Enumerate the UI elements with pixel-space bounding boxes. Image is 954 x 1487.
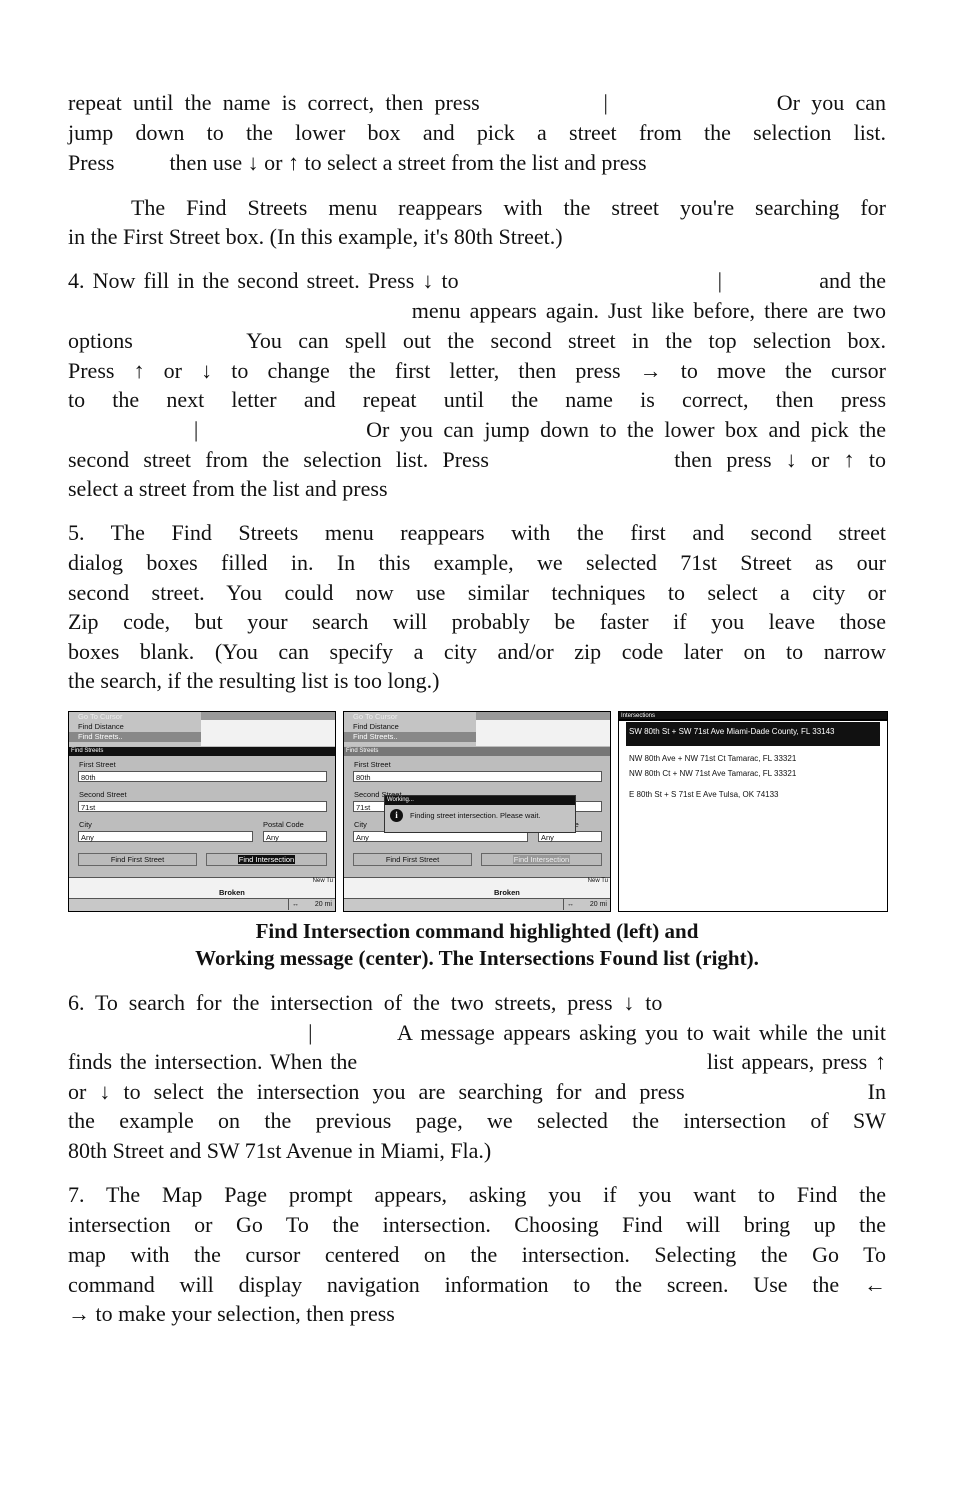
text-line: second street from the selection list. P… bbox=[68, 447, 886, 472]
text-line: Zip code, but your search will probably … bbox=[68, 609, 886, 634]
menu-item-find-distance[interactable]: Find Distance bbox=[344, 722, 476, 732]
map-label: New Tu bbox=[587, 878, 608, 884]
menu-item-find-streets[interactable]: Find Streets.. bbox=[69, 732, 201, 742]
find-streets-screen-working: Go To Cursor Find Distance Find Streets.… bbox=[343, 711, 611, 912]
first-street-input[interactable]: 80th bbox=[78, 771, 327, 782]
pages-menu: Go To Cursor Find Distance Find Streets.… bbox=[344, 712, 476, 746]
text-line: select a street from the list and press bbox=[68, 476, 388, 501]
text-line: to the next letter and repeat until the … bbox=[68, 387, 886, 412]
status-bar: ↔ 20 mi bbox=[69, 898, 335, 911]
intersections-title: Intersections bbox=[619, 712, 887, 721]
find-first-street-button[interactable]: Find First Street bbox=[353, 853, 472, 866]
text-line: The Find Streets menu reappears with the… bbox=[68, 195, 886, 220]
dialog-title: Find Streets bbox=[344, 747, 610, 756]
find-intersection-button[interactable]: Find Intersection bbox=[206, 853, 327, 866]
text-line: → to make your selection, then press bbox=[68, 1301, 395, 1326]
second-street-input[interactable]: 71st bbox=[78, 801, 327, 812]
map-background bbox=[201, 720, 335, 746]
map-scale: 20 mi bbox=[314, 901, 332, 908]
text-line: menu appears again. Just like before, th… bbox=[68, 298, 886, 323]
text-line: command will display navigation informat… bbox=[68, 1272, 886, 1297]
menu-item-find-distance[interactable]: Find Distance bbox=[69, 722, 201, 732]
manual-page: repeat until the name is correct, then p… bbox=[0, 0, 954, 1487]
city-input[interactable]: Any bbox=[78, 831, 253, 842]
pages-menu: Go To Cursor Find Distance Find Streets.… bbox=[69, 712, 201, 746]
working-title: Working... bbox=[385, 796, 575, 805]
text-line: repeat until the name is correct, then p… bbox=[68, 90, 886, 115]
text-line: | Or you can jump down to the lower box … bbox=[68, 417, 886, 442]
find-streets-screen-left: Go To Cursor Find Distance Find Streets.… bbox=[68, 711, 336, 912]
figure-caption-line-1: Find Intersection command highlighted (l… bbox=[255, 919, 699, 943]
scale-arrows-icon: ↔ bbox=[292, 901, 299, 908]
map-label: Broken bbox=[494, 888, 520, 897]
menu-item-find-streets[interactable]: Find Streets.. bbox=[344, 732, 476, 742]
text-line: finds the intersection. When the list ap… bbox=[68, 1049, 886, 1074]
text-line: Press ↑ or ↓ to change the first letter,… bbox=[68, 358, 886, 383]
scale-arrows-icon: ↔ bbox=[567, 901, 574, 908]
text-line: second street. You could now use similar… bbox=[68, 580, 886, 605]
intersection-item[interactable]: NW 80th Ct + NW 71st Ave Tamarac, FL 333… bbox=[626, 765, 880, 783]
text-line: intersection or Go To the intersection. … bbox=[68, 1212, 886, 1237]
text-line: the example on the previous page, we sel… bbox=[68, 1108, 886, 1133]
text-line: 4. Now fill in the second street. Press … bbox=[68, 268, 886, 293]
text-line: 7. The Map Page prompt appears, asking y… bbox=[68, 1182, 886, 1207]
info-icon: i bbox=[390, 809, 403, 822]
find-first-street-button[interactable]: Find First Street bbox=[78, 853, 197, 866]
city-label: City bbox=[79, 820, 92, 829]
menu-item-go-to-cursor[interactable]: Go To Cursor bbox=[344, 712, 476, 722]
first-street-label: First Street bbox=[79, 760, 116, 769]
map-background: Broken New Tu bbox=[69, 877, 335, 900]
map-scale: 20 mi bbox=[589, 901, 607, 908]
status-bar: ↔ 20 mi bbox=[344, 898, 610, 911]
dialog-title: Find Streets bbox=[69, 747, 335, 756]
text-line: 6. To search for the intersection of the… bbox=[68, 990, 886, 1015]
map-label: New Tu bbox=[312, 878, 333, 884]
first-street-label: First Street bbox=[354, 760, 391, 769]
text-line: options You can spell out the second str… bbox=[68, 328, 886, 353]
map-background: Broken New Tu bbox=[344, 877, 610, 900]
intersection-item[interactable]: E 80th St + S 71st E Ave Tulsa, OK 74133 bbox=[626, 786, 880, 804]
postal-code-label: Postal Code bbox=[263, 820, 304, 829]
working-message: Finding street intersection. Please wait… bbox=[410, 811, 541, 820]
figure-caption-line-2: Working message (center). The Intersecti… bbox=[195, 946, 759, 970]
text-line: dialog boxes filled in. In this example,… bbox=[68, 550, 886, 575]
text-line: jump down to the lower box and pick a st… bbox=[68, 120, 886, 145]
text-line: boxes blank. (You can specify a city and… bbox=[68, 639, 886, 664]
map-background bbox=[476, 720, 610, 746]
text-line: | A message appears asking you to wait w… bbox=[68, 1020, 886, 1045]
working-dialog: Working... i Finding street intersection… bbox=[384, 795, 576, 833]
map-label: Broken bbox=[219, 888, 245, 897]
intersections-list-screen: Intersections SW 80th St + SW 71st Ave M… bbox=[618, 711, 888, 912]
text-line: the search, if the resulting list is too… bbox=[68, 668, 440, 693]
intersection-item-selected[interactable]: SW 80th St + SW 71st Ave Miami-Dade Coun… bbox=[626, 722, 880, 746]
second-street-label: Second Street bbox=[79, 790, 127, 799]
find-intersection-button[interactable]: Find Intersection bbox=[481, 853, 602, 866]
postal-code-input[interactable]: Any bbox=[263, 831, 327, 842]
text-line: map with the cursor centered on the inte… bbox=[68, 1242, 886, 1267]
first-street-input[interactable]: 80th bbox=[353, 771, 602, 782]
menu-item-go-to-cursor[interactable]: Go To Cursor bbox=[69, 712, 201, 722]
city-label: City bbox=[354, 820, 367, 829]
text-line: 80th Street and SW 71st Avenue in Miami,… bbox=[68, 1138, 492, 1163]
find-intersection-label: Find Intersection bbox=[512, 855, 571, 864]
text-line: 5. The Find Streets menu reappears with … bbox=[68, 520, 886, 545]
text-line: in the First Street box. (In this exampl… bbox=[68, 224, 563, 249]
text-line: or ↓ to select the intersection you are … bbox=[68, 1079, 886, 1104]
find-intersection-label: Find Intersection bbox=[237, 855, 296, 864]
text-line: Press then use ↓ or ↑ to select a street… bbox=[68, 150, 647, 175]
